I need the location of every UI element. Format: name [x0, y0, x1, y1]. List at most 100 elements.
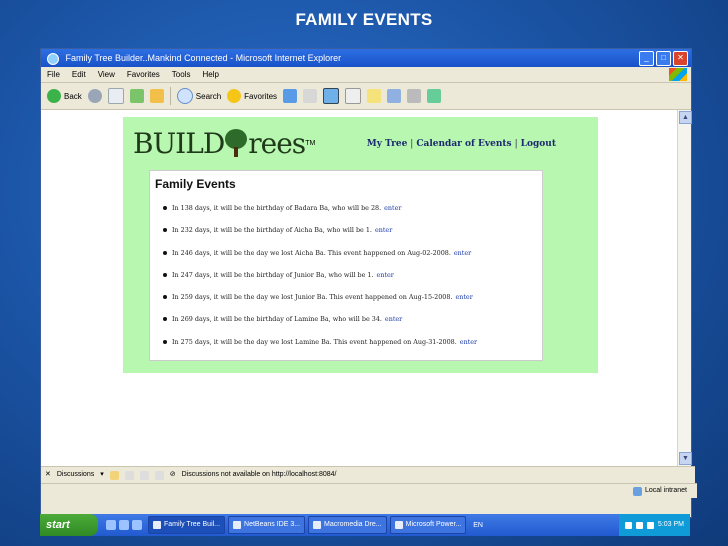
start-button[interactable]: start: [40, 514, 98, 536]
logo-text-build: BUILD: [133, 126, 225, 160]
task-powerpoint[interactable]: Microsoft Power...: [389, 516, 467, 534]
event-text: In 275 days, it will be the day we lost …: [172, 337, 457, 346]
vertical-scrollbar[interactable]: ▲ ▼: [677, 110, 692, 466]
window-title: Family Tree Builder..Mankind Connected -…: [65, 53, 342, 63]
maximize-button[interactable]: □: [656, 51, 671, 66]
event-enter-link[interactable]: enter: [375, 226, 392, 234]
discuss-icon[interactable]: [427, 89, 442, 103]
task-family-tree[interactable]: Family Tree Buil...: [148, 516, 226, 534]
close-button[interactable]: ✕: [673, 51, 688, 66]
minimize-button[interactable]: _: [639, 51, 654, 66]
menu-favorites[interactable]: Favorites: [127, 67, 160, 82]
chevron-down-icon[interactable]: ▾: [100, 467, 104, 483]
back-label: Back: [64, 91, 82, 101]
back-button[interactable]: Back: [47, 89, 82, 103]
event-enter-link[interactable]: enter: [455, 293, 472, 301]
site-panel: BUILD rees TM My Tree | Calendar of Events…: [123, 117, 598, 373]
favorites-label: Favorites: [244, 91, 278, 101]
clock[interactable]: 5:03 PM: [658, 514, 684, 536]
back-arrow-icon: [47, 89, 61, 103]
quicklaunch-icon[interactable]: [106, 520, 116, 530]
discussion-tool-icon[interactable]: [139, 470, 149, 480]
messenger-icon[interactable]: [387, 89, 402, 103]
edit-icon[interactable]: [345, 88, 362, 104]
menu-view[interactable]: View: [98, 67, 115, 82]
system-tray: 5:03 PM: [618, 514, 690, 536]
event-enter-link[interactable]: enter: [384, 204, 401, 212]
nav-my-tree[interactable]: My Tree: [367, 139, 408, 149]
tray-icon[interactable]: [646, 521, 654, 529]
logo-trademark: TM: [305, 139, 316, 147]
discussion-tool-icon[interactable]: [154, 470, 164, 480]
bullet-icon: [163, 295, 167, 300]
quicklaunch-icon[interactable]: [132, 520, 142, 530]
quicklaunch-icon[interactable]: [119, 520, 129, 530]
tray-icon[interactable]: [624, 521, 632, 529]
event-text: In 232 days, it will be the birthday of …: [172, 226, 372, 235]
event-enter-link[interactable]: enter: [460, 338, 477, 346]
toolbar-separator: [169, 87, 171, 105]
status-zone: Local intranet: [644, 487, 687, 494]
menu-help[interactable]: Help: [202, 67, 218, 82]
taskbar: start Family Tree Buil... NetBeans IDE 3…: [40, 514, 690, 536]
windows-flag-icon: [669, 68, 687, 81]
browser-window: Family Tree Builder..Mankind Connected -…: [40, 48, 697, 518]
task-label: NetBeans IDE 3...: [244, 521, 301, 528]
event-enter-link[interactable]: enter: [377, 271, 394, 279]
buildtrees-logo[interactable]: BUILD rees TM: [133, 123, 315, 163]
favorites-button[interactable]: Favorites: [227, 89, 277, 103]
event-text: In 247 days, it will be the birthday of …: [172, 270, 374, 279]
event-item: In 232 days, it will be the birthday of …: [150, 219, 542, 241]
event-enter-link[interactable]: enter: [385, 315, 402, 323]
print-icon[interactable]: [303, 89, 318, 103]
event-text: In 259 days, it will be the day we lost …: [172, 293, 453, 302]
powerpoint-icon: [394, 521, 403, 529]
language-indicator[interactable]: EN: [473, 522, 483, 529]
no-discussions-icon: ⊘: [169, 471, 176, 478]
bullet-icon: [163, 250, 167, 255]
scroll-up-icon[interactable]: ▲: [679, 111, 692, 124]
search-button[interactable]: Search: [176, 88, 222, 104]
task-dreamweaver[interactable]: Macromedia Dre...: [308, 516, 387, 534]
discussion-tool-icon[interactable]: [124, 470, 134, 480]
home-icon[interactable]: [149, 89, 164, 103]
star-icon: [227, 89, 242, 103]
task-label: Macromedia Dre...: [324, 521, 382, 528]
search-label: Search: [195, 91, 222, 101]
nav-calendar[interactable]: Calendar of Events: [416, 139, 511, 149]
ie-logo-icon: [47, 52, 59, 65]
tray-icon[interactable]: [635, 521, 643, 529]
close-discussions-icon[interactable]: ✕: [45, 467, 51, 483]
quick-launch: [106, 520, 142, 530]
events-box: Family Events In 138 days, it will be th…: [149, 170, 543, 361]
task-netbeans[interactable]: NetBeans IDE 3...: [228, 516, 306, 534]
discussions-button[interactable]: Discussions: [57, 467, 94, 483]
slide-title: FAMILY EVENTS: [295, 10, 433, 29]
event-enter-link[interactable]: enter: [454, 249, 471, 257]
new-discussion-icon[interactable]: [109, 470, 119, 480]
window-titlebar[interactable]: Family Tree Builder..Mankind Connected -…: [41, 49, 691, 67]
menu-edit[interactable]: Edit: [72, 67, 86, 82]
menu-file[interactable]: File: [47, 67, 60, 82]
stop-icon[interactable]: [107, 88, 124, 104]
bullet-icon: [163, 339, 167, 344]
task-label: Microsoft Power...: [405, 521, 462, 528]
event-text: In 269 days, it will be the birthday of …: [172, 315, 382, 324]
forward-button[interactable]: [87, 89, 102, 103]
folder-icon[interactable]: [367, 89, 382, 103]
nav-separator: |: [514, 139, 518, 149]
bullet-icon: [163, 228, 167, 233]
site-nav: My Tree | Calendar of Events | Logout: [367, 139, 556, 149]
dreamweaver-icon: [313, 521, 322, 529]
refresh-icon[interactable]: [129, 89, 144, 103]
event-item: In 259 days, it will be the day we lost …: [150, 286, 542, 308]
menu-tools[interactable]: Tools: [172, 67, 191, 82]
scroll-down-icon[interactable]: ▼: [679, 452, 692, 465]
nav-logout[interactable]: Logout: [521, 139, 556, 149]
tree-logo-icon: [225, 129, 248, 157]
ie-media-icon[interactable]: [323, 88, 340, 104]
bullet-icon: [163, 317, 167, 322]
history-icon[interactable]: [283, 89, 298, 103]
research-icon[interactable]: [407, 89, 422, 103]
toolbar: Back Search Favorites: [41, 83, 691, 110]
